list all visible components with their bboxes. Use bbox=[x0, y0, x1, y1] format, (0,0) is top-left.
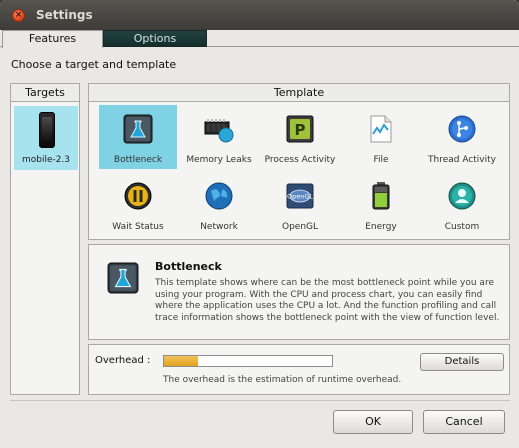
page-subtitle: Choose a target and template bbox=[11, 58, 177, 71]
template-energy[interactable]: Energy bbox=[342, 172, 420, 236]
divider bbox=[10, 400, 510, 401]
templates-header: Template bbox=[89, 84, 509, 102]
target-label: mobile-2.3 bbox=[21, 155, 71, 165]
svg-text:OpenGL: OpenGL bbox=[287, 193, 313, 201]
battery-icon bbox=[372, 182, 390, 210]
file-icon bbox=[370, 115, 392, 143]
template-bottleneck[interactable]: Bottleneck bbox=[99, 105, 177, 169]
user-icon bbox=[448, 182, 476, 210]
target-item-mobile[interactable]: mobile-2.3 bbox=[14, 106, 78, 170]
overhead-note: The overhead is the estimation of runtim… bbox=[163, 375, 402, 385]
details-button[interactable]: Details bbox=[420, 353, 504, 371]
opengl-icon: OpenGL bbox=[286, 183, 314, 209]
flask-icon bbox=[123, 114, 153, 144]
globe-icon bbox=[205, 182, 233, 210]
tab-bar: Features Options bbox=[0, 30, 519, 48]
template-process-activity[interactable]: P Process Activity bbox=[261, 105, 339, 169]
memory-chip-icon bbox=[204, 119, 234, 143]
template-wait-status[interactable]: Wait Status bbox=[99, 172, 177, 236]
targets-header: Targets bbox=[11, 84, 79, 102]
phone-icon bbox=[39, 112, 55, 148]
template-thread-activity[interactable]: Thread Activity bbox=[423, 105, 501, 169]
detail-title: Bottleneck bbox=[155, 260, 222, 273]
templates-panel: Template Bottleneck Memory Leaks P Proce… bbox=[88, 83, 510, 240]
template-detail-panel: Bottleneck This template shows where can… bbox=[88, 244, 510, 340]
close-button[interactable]: × bbox=[12, 9, 25, 22]
template-memory-leaks[interactable]: Memory Leaks bbox=[180, 105, 258, 169]
overhead-label: Overhead : bbox=[95, 355, 151, 366]
template-file[interactable]: File bbox=[342, 105, 420, 169]
ok-button[interactable]: OK bbox=[333, 410, 413, 434]
flask-icon bbox=[107, 262, 139, 294]
template-opengl[interactable]: OpenGL OpenGL bbox=[261, 172, 339, 236]
cancel-button[interactable]: Cancel bbox=[423, 410, 505, 434]
close-icon: × bbox=[14, 10, 23, 20]
template-label: File bbox=[373, 155, 389, 165]
template-label: Bottleneck bbox=[113, 155, 163, 165]
tab-options[interactable]: Options bbox=[103, 30, 207, 47]
window-title: Settings bbox=[36, 8, 93, 22]
svg-text:P: P bbox=[295, 121, 306, 139]
template-label: Thread Activity bbox=[428, 155, 496, 165]
targets-panel: Targets mobile-2.3 bbox=[10, 83, 80, 395]
template-label: Process Activity bbox=[264, 155, 336, 165]
detail-description: This template shows where can be the mos… bbox=[155, 278, 500, 323]
title-bar: × Settings bbox=[0, 0, 519, 30]
template-label: Network bbox=[200, 222, 238, 232]
template-label: Wait Status bbox=[112, 222, 164, 232]
template-label: Memory Leaks bbox=[186, 155, 252, 165]
template-label: Energy bbox=[365, 222, 397, 232]
overhead-bar-fill bbox=[164, 356, 198, 366]
pause-icon bbox=[124, 182, 152, 210]
overhead-panel: Overhead : The overhead is the estimatio… bbox=[88, 344, 510, 395]
tab-features[interactable]: Features bbox=[2, 30, 103, 48]
settings-window: × Settings Features Options Choose a tar… bbox=[0, 0, 519, 448]
template-label: Custom bbox=[444, 222, 480, 232]
process-p-icon: P bbox=[286, 115, 314, 143]
template-custom[interactable]: Custom bbox=[423, 172, 501, 236]
overhead-bar bbox=[163, 355, 333, 367]
template-label: OpenGL bbox=[281, 222, 319, 232]
template-network[interactable]: Network bbox=[180, 172, 258, 236]
thread-icon bbox=[448, 115, 476, 143]
